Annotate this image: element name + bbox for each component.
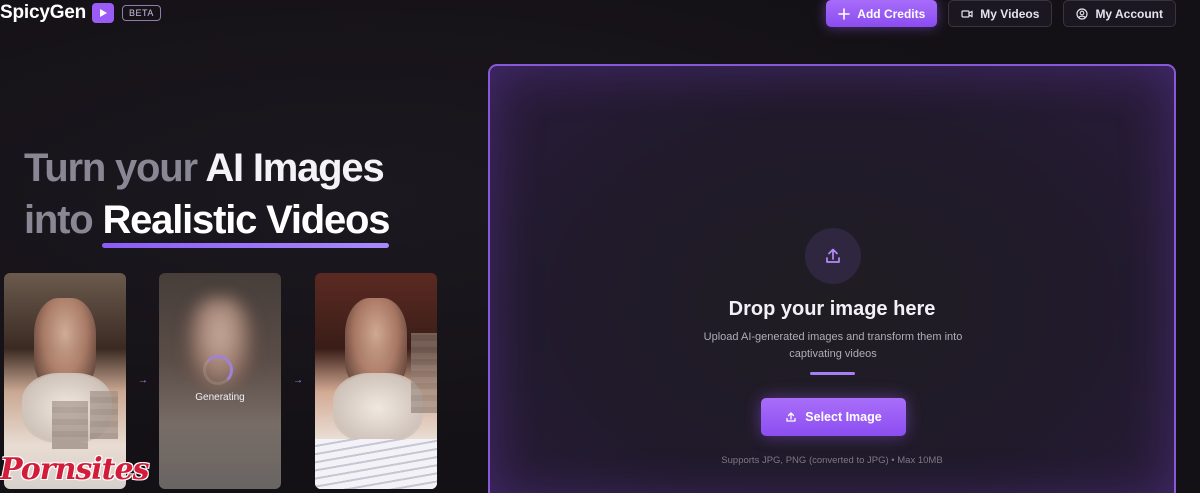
dropzone-description: Upload AI-generated images and transform…	[703, 331, 963, 360]
dropzone-divider	[810, 372, 855, 375]
hero-line-1: Turn your AI Images	[24, 142, 434, 194]
hero-highlight: Realistic Videos	[102, 194, 391, 248]
logo-text: SpicyGen	[0, 2, 87, 23]
dropzone-title: Drop your image here	[728, 298, 936, 320]
result-image	[315, 273, 437, 489]
image-dropzone[interactable]: Drop your image here Upload AI-generated…	[488, 64, 1176, 493]
select-image-label: Select Image	[805, 410, 882, 424]
arm-shape	[333, 373, 423, 443]
hero-bright-1: AI Images	[205, 146, 384, 190]
user-circle-icon	[1076, 7, 1089, 20]
generating-preview: Generating	[159, 273, 281, 489]
plus-icon	[838, 7, 851, 20]
beta-badge: BETA	[122, 5, 161, 21]
hero-muted-2: into	[24, 198, 94, 242]
pixelation-block	[411, 333, 437, 413]
my-account-button[interactable]: My Account	[1063, 0, 1176, 27]
file-support-note: Supports JPG, PNG (converted to JPG) • M…	[721, 455, 943, 466]
upload-icon	[826, 248, 840, 263]
page: SpicyGen BETA Add Credits My Videos My A…	[0, 0, 1200, 493]
top-nav: Add Credits My Videos My Account	[826, 0, 1176, 27]
video-camera-icon	[961, 9, 973, 18]
pixelation-block	[52, 401, 88, 449]
upload-icon	[786, 412, 796, 422]
add-credits-label: Add Credits	[857, 6, 926, 21]
arrow-right-icon: →	[293, 375, 303, 386]
hero-line-2: into Realistic Videos	[24, 194, 434, 248]
add-credits-button[interactable]: Add Credits	[826, 0, 938, 27]
my-account-label: My Account	[1095, 6, 1163, 21]
hero-headline: Turn your AI Images into Realistic Video…	[24, 142, 434, 248]
upload-icon-circle	[805, 228, 861, 284]
pixelation-block	[90, 391, 118, 439]
select-image-button[interactable]: Select Image	[761, 398, 906, 436]
watermark-logo: Pornsites	[0, 452, 149, 487]
hero-muted-1: Turn your	[24, 146, 198, 190]
bedsheet-shape	[315, 439, 437, 489]
spinner-icon	[203, 355, 233, 385]
logo[interactable]: SpicyGen BETA	[0, 2, 161, 24]
my-videos-label: My Videos	[980, 6, 1040, 21]
play-icon	[92, 3, 115, 23]
arrow-right-icon: →	[138, 375, 148, 386]
generating-label: Generating	[195, 392, 245, 403]
my-videos-button[interactable]: My Videos	[948, 0, 1053, 27]
